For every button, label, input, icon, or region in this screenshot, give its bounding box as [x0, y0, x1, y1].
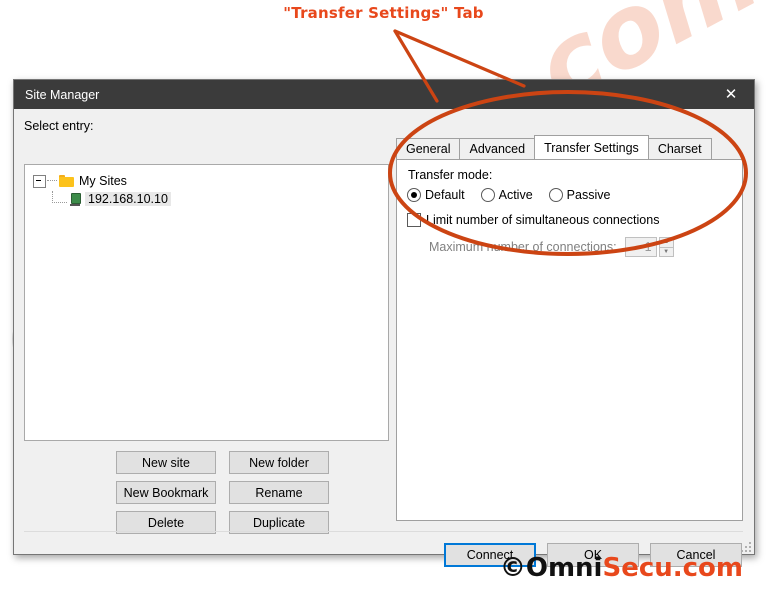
transfer-mode-label: Transfer mode: — [408, 168, 493, 182]
dialog-body: Select entry: My Sites 192.168.10.10 New… — [14, 109, 754, 567]
radio-passive[interactable]: Passive — [548, 188, 611, 202]
spinner-down-icon[interactable]: ▼ — [658, 247, 674, 257]
transfer-settings-panel: Transfer mode: Default Active Passive Li… — [396, 159, 743, 521]
radio-circle-icon — [548, 188, 563, 202]
folder-icon — [59, 175, 74, 187]
radio-circle-icon — [480, 188, 495, 202]
max-connections-label: Maximum number of connections: — [429, 240, 617, 254]
limit-connections-checkbox[interactable]: Limit number of simultaneous connections — [407, 213, 659, 227]
dialog-titlebar[interactable]: Site Manager ✕ — [14, 80, 754, 109]
new-bookmark-button[interactable]: New Bookmark — [116, 481, 216, 504]
transfer-mode-radio-group: Default Active Passive — [407, 188, 626, 202]
tree-item-label: My Sites — [79, 174, 127, 188]
max-connections-stepper[interactable]: ▲ ▼ — [658, 237, 674, 257]
settings-tab-control: General Advanced Transfer Settings Chars… — [396, 135, 743, 521]
tree-connector-line — [47, 180, 57, 182]
radio-default[interactable]: Default — [407, 188, 465, 202]
rename-button[interactable]: Rename — [229, 481, 329, 504]
radio-label: Default — [425, 188, 465, 202]
site-logo-prefix: ©Omni — [499, 553, 603, 583]
radio-active[interactable]: Active — [480, 188, 533, 202]
annotation-callout-text: "Transfer Settings" Tab — [283, 4, 484, 22]
site-logo: ©OmniSecu.com — [500, 553, 743, 583]
limit-connections-label: Limit number of simultaneous connections — [426, 213, 660, 227]
radio-label: Passive — [566, 188, 611, 202]
site-action-buttons: New site New folder New Bookmark Rename … — [116, 451, 329, 534]
max-connections-input[interactable]: 1 — [624, 237, 657, 257]
tab-advanced[interactable]: Advanced — [459, 138, 536, 159]
tab-general[interactable]: General — [396, 138, 461, 159]
collapse-minus-icon[interactable] — [33, 174, 46, 188]
tree-item-my-sites[interactable]: My Sites — [25, 172, 388, 190]
footer-divider — [24, 531, 743, 532]
tab-transfer-settings[interactable]: Transfer Settings — [534, 135, 649, 159]
tab-strip: General Advanced Transfer Settings Chars… — [396, 135, 743, 159]
spinner-up-icon[interactable]: ▲ — [658, 237, 674, 248]
select-entry-label: Select entry: — [24, 119, 94, 133]
checkbox-icon — [407, 213, 421, 227]
radio-circle-icon — [407, 188, 421, 202]
site-manager-dialog: Site Manager ✕ Select entry: My Sites 19… — [13, 79, 755, 567]
radio-label: Active — [498, 188, 533, 202]
site-logo-suffix: Secu.com — [602, 553, 743, 583]
tab-charset[interactable]: Charset — [647, 138, 712, 159]
close-icon[interactable]: ✕ — [708, 80, 754, 109]
tree-connector-elbow — [52, 190, 67, 203]
max-connections-row: Maximum number of connections: 1 ▲ ▼ — [429, 237, 674, 257]
tree-item-site[interactable]: 192.168.10.10 — [25, 190, 388, 208]
dialog-title: Site Manager — [25, 87, 100, 102]
new-site-button[interactable]: New site — [116, 451, 216, 474]
resize-grip[interactable] — [739, 540, 751, 552]
new-folder-button[interactable]: New folder — [229, 451, 329, 474]
server-icon — [70, 192, 81, 206]
tree-item-label: 192.168.10.10 — [85, 192, 171, 206]
site-tree[interactable]: My Sites 192.168.10.10 — [24, 164, 389, 441]
